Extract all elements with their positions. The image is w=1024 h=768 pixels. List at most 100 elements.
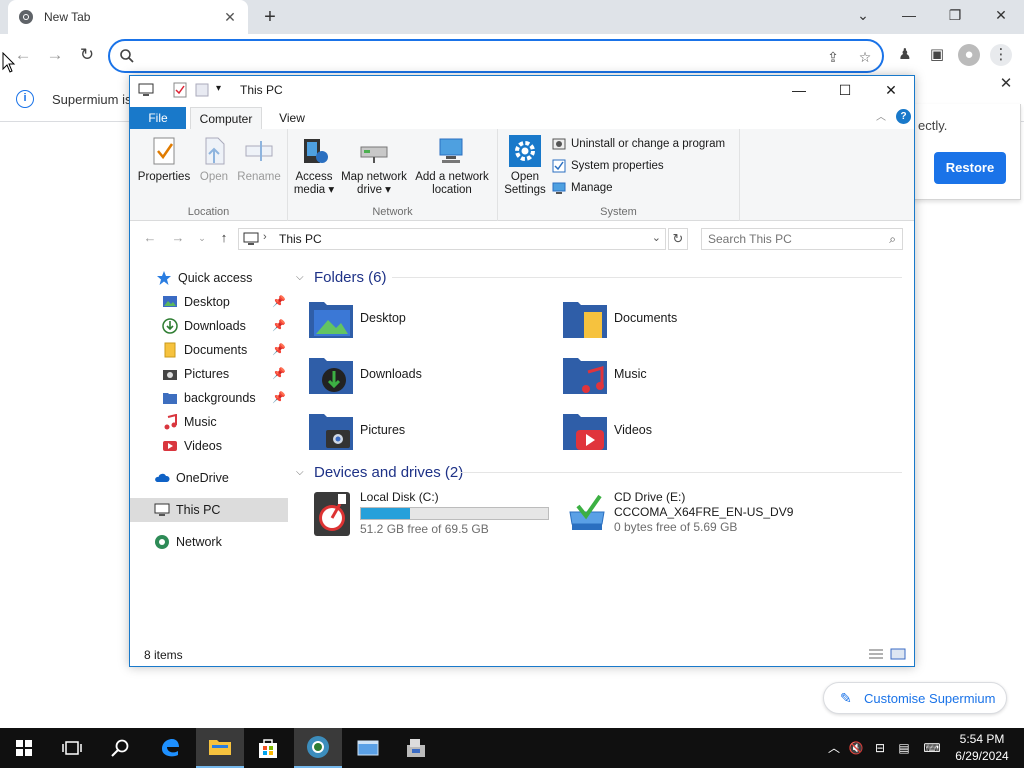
new-tab-button[interactable]: + [258, 5, 282, 29]
nav-desktop[interactable]: Desktop 📌 [130, 290, 288, 314]
pin-icon[interactable]: 📌 [272, 391, 286, 405]
taskbar-clock[interactable]: 5:54 PM 6/29/2024 [950, 731, 1014, 765]
network-tray-icon[interactable]: ⊟ [872, 740, 888, 756]
folder-documents[interactable]: Documents [562, 294, 802, 342]
notifications-tray-icon[interactable]: ▤ [896, 740, 912, 756]
maximize-button[interactable]: ❐ [932, 0, 978, 30]
rename-button[interactable]: Rename [236, 135, 282, 184]
uninstall-program-button[interactable]: Uninstall or change a program [552, 137, 725, 151]
menu-icon[interactable]: ⋮ [990, 44, 1012, 66]
breadcrumb-separator-icon[interactable]: › [263, 231, 267, 243]
folders-group-header[interactable]: ⌵ Folders (6) [296, 266, 902, 288]
share-icon[interactable]: ⇪ [824, 48, 842, 66]
refresh-button[interactable]: ↻ [668, 228, 688, 250]
details-view-icon[interactable] [868, 648, 884, 660]
taskbar-app-1[interactable] [344, 728, 392, 768]
recent-locations-icon[interactable]: ⌄ [194, 230, 210, 246]
bookmark-star-icon[interactable]: ☆ [856, 48, 874, 66]
explorer-close-button[interactable]: ✕ [868, 76, 914, 104]
volume-muted-icon[interactable]: 🔇 [848, 740, 864, 756]
collapse-chevron-icon[interactable]: ⌵ [296, 272, 306, 283]
forward-button[interactable]: → [42, 42, 68, 68]
nav-this-pc[interactable]: This PC [130, 498, 288, 522]
address-dropdown-icon[interactable]: ⌄ [652, 231, 661, 244]
profile-icon[interactable]: ● [958, 44, 980, 66]
access-media-button[interactable]: Access media ▾ [292, 135, 336, 197]
explorer-search[interactable]: ⌕ [701, 228, 903, 250]
new-folder-qa-icon[interactable] [194, 82, 210, 98]
reload-button[interactable]: ↻ [74, 42, 100, 68]
large-icons-view-icon[interactable] [890, 648, 906, 660]
task-view-button[interactable] [48, 728, 96, 768]
start-button[interactable] [0, 728, 48, 768]
nav-network[interactable]: Network [130, 530, 288, 554]
nav-downloads[interactable]: Downloads 📌 [130, 314, 288, 338]
explorer-forward-button[interactable]: → [170, 230, 186, 246]
system-properties-button[interactable]: System properties [552, 159, 664, 173]
tab-close-icon[interactable]: ✕ [222, 9, 238, 25]
nav-videos[interactable]: Videos [130, 434, 288, 458]
properties-button[interactable]: Properties [136, 135, 192, 184]
customise-button[interactable]: ✎ Customise Supermium [823, 682, 1007, 714]
folder-videos[interactable]: Videos [562, 406, 802, 454]
nav-onedrive[interactable]: OneDrive [130, 466, 288, 490]
address-path[interactable]: This PC [279, 232, 322, 246]
drive-local-disk-c[interactable]: Local Disk (C:) 51.2 GB free of 69.5 GB [312, 488, 552, 544]
tab-view[interactable]: View [270, 107, 314, 129]
nav-documents[interactable]: Documents 📌 [130, 338, 288, 362]
address-box[interactable]: › This PC ⌄ [238, 228, 666, 250]
nav-backgrounds[interactable]: backgrounds 📌 [130, 386, 288, 410]
folder-desktop[interactable]: Desktop [308, 294, 548, 342]
qa-customize-icon[interactable]: ▾ [216, 83, 221, 94]
open-settings-button[interactable]: Open Settings [504, 135, 546, 197]
drive-cd-e[interactable]: CD Drive (E:) CCCOMA_X64FRE_EN-US_DV9 0 … [566, 488, 866, 544]
tab-computer[interactable]: Computer [190, 107, 262, 129]
add-network-location-button[interactable]: Add a network location [412, 135, 492, 197]
properties-qa-icon[interactable] [172, 82, 188, 98]
close-button[interactable]: ✕ [978, 0, 1024, 30]
ribbon-collapse-icon[interactable]: ︿ [876, 108, 886, 123]
nav-pictures[interactable]: Pictures 📌 [130, 362, 288, 386]
map-network-drive-button[interactable]: Map network drive ▾ [338, 135, 410, 197]
this-pc-small-icon [243, 232, 259, 245]
windows-logo-icon [16, 740, 32, 756]
keyboard-icon[interactable]: ⌨ [920, 740, 944, 756]
taskbar-edge[interactable] [146, 728, 194, 768]
up-button[interactable]: ↑ [216, 230, 232, 246]
omnibox[interactable]: ⇪ ☆ [108, 39, 884, 73]
explorer-back-button[interactable]: ← [142, 230, 158, 246]
folder-downloads[interactable]: Downloads [308, 350, 548, 398]
folder-music[interactable]: Music [562, 350, 802, 398]
help-icon[interactable]: ? [896, 109, 911, 124]
omnibox-input[interactable] [144, 47, 824, 65]
show-hidden-icons-icon[interactable]: ︿ [826, 740, 842, 756]
tab-file[interactable]: File [130, 107, 186, 129]
open-button[interactable]: Open [194, 135, 234, 184]
manage-button[interactable]: Manage [552, 181, 613, 195]
pin-icon[interactable]: 📌 [272, 295, 286, 309]
taskbar-search-button[interactable] [96, 728, 144, 768]
nav-music[interactable]: Music [130, 410, 288, 434]
tab-search-icon[interactable]: ⌄ [840, 0, 886, 30]
minimize-button[interactable]: — [886, 0, 932, 30]
explorer-search-input[interactable] [708, 232, 878, 246]
extensions-icon[interactable]: ♟ [894, 44, 916, 66]
pin-icon[interactable]: 📌 [272, 367, 286, 381]
collapse-chevron-icon[interactable]: ⌵ [296, 467, 306, 478]
side-panel-icon[interactable]: ▣ [926, 44, 948, 66]
nav-quick-access[interactable]: Quick access [130, 266, 288, 290]
explorer-maximize-button[interactable]: ☐ [822, 76, 868, 104]
drive-c-free: 51.2 GB free of 69.5 GB [360, 522, 489, 536]
pin-icon[interactable]: 📌 [272, 343, 286, 357]
restore-button[interactable]: Restore [934, 152, 1006, 184]
pin-icon[interactable]: 📌 [272, 319, 286, 333]
taskbar-store[interactable] [244, 728, 292, 768]
tab-new-tab[interactable]: New Tab ✕ [8, 0, 248, 34]
taskbar-supermium[interactable] [294, 728, 342, 768]
devices-group-header[interactable]: ⌵ Devices and drives (2) [296, 461, 902, 483]
taskbar-file-explorer[interactable] [196, 728, 244, 768]
taskbar-app-2[interactable] [392, 728, 440, 768]
explorer-minimize-button[interactable]: — [776, 76, 822, 104]
folder-pictures[interactable]: Pictures [308, 406, 548, 454]
infobar-close-icon[interactable]: ✕ [998, 76, 1014, 92]
